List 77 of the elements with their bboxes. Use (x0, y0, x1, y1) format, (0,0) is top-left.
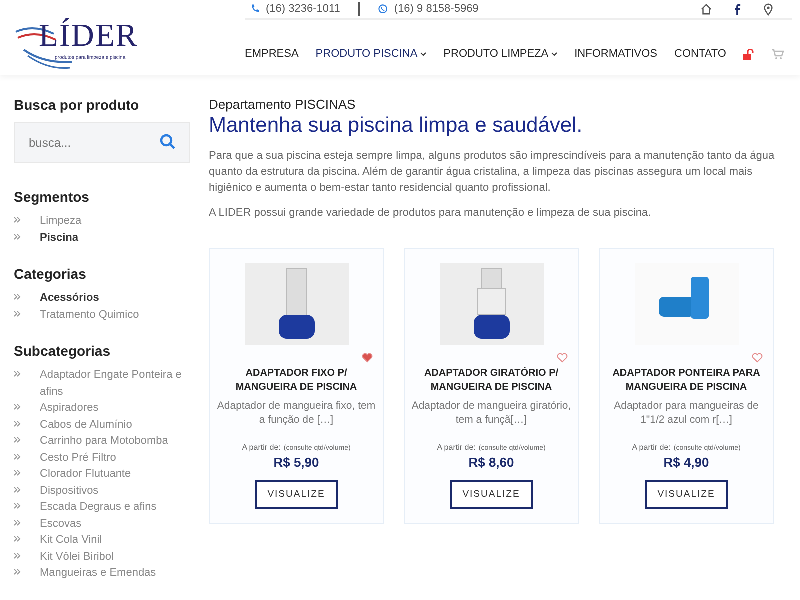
price-label: A partir de: (242, 443, 281, 452)
product-title[interactable]: ADAPTADOR PONTEIRA PARA MANGUEIRA DE PISCINA (606, 367, 767, 395)
section-title: Categorias (14, 266, 88, 282)
sidebar-link[interactable]: Piscina (14, 230, 190, 246)
product-price: R$ 4,90 (664, 455, 710, 470)
sidebar-link[interactable]: Tratamento Quimico (14, 306, 190, 323)
sidebar-link[interactable]: Dispositivos (14, 482, 190, 499)
caret-icon (550, 52, 558, 56)
section-title: Subcategorias (14, 343, 112, 359)
visualize-button[interactable]: VISUALIZE (450, 480, 533, 509)
product-title[interactable]: ADAPTADOR GIRATÓRIO P/ MANGUEIRA DE PISCINA (411, 367, 572, 395)
department-label: Departamento PISCINAS (209, 97, 357, 112)
map-pin-icon[interactable] (762, 2, 776, 16)
price-label: A partir de: (632, 443, 671, 452)
double-chevron-icon (14, 536, 21, 542)
double-chevron-icon (14, 437, 21, 443)
double-chevron-icon (14, 470, 21, 476)
sidebar-link[interactable]: Kit Cola Vinil (14, 532, 190, 548)
search-icon[interactable] (160, 134, 176, 150)
sidebar-link[interactable]: Acessórios (14, 290, 190, 306)
contact-text[interactable]: (16) 9 8158-5969 (394, 3, 479, 15)
visualize-button[interactable]: VISUALIZE (255, 480, 338, 509)
double-chevron-icon (14, 404, 21, 410)
home-icon[interactable] (700, 2, 714, 16)
nav-link[interactable]: PRODUTO LIMPEZA (444, 48, 558, 60)
product-description: Adaptador para mangueiras de 1"1/2 azul com r[…] (613, 399, 760, 427)
product-price: R$ 5,90 (274, 455, 320, 470)
double-chevron-icon (14, 294, 21, 300)
double-chevron-icon (14, 486, 21, 492)
intro-text: Para que a sua piscina esteja sempre limpa, alguns produtos são imprescindíveis para a manutenção tanto da água quanto da estrutura da piscina. Além de garantir água cristalina, a limpeza das piscinas assegura um local mais higiênico e aumenta o bem-estar tanto residencial quanto profissional. (209, 149, 775, 196)
intro-text: A LIDER possui grande variedade de produtos para manutenção e limpeza de sua piscina. (209, 206, 652, 221)
product-title[interactable]: ADAPTADOR FIXO P/ MANGUEIRA DE PISCINA (216, 367, 377, 395)
nav-link[interactable]: CONTATO (674, 48, 726, 60)
double-chevron-icon (14, 420, 21, 426)
visualize-button[interactable]: VISUALIZE (645, 480, 728, 509)
sidebar-link[interactable]: Clorador Flutuante (14, 466, 190, 482)
section-title: Segmentos (14, 189, 90, 205)
sidebar-link[interactable]: Escovas (14, 516, 190, 532)
double-chevron-icon (14, 310, 21, 316)
double-chevron-icon (14, 371, 21, 377)
nav-link[interactable]: INFORMATIVOS (574, 48, 658, 60)
price-label: A partir de: (437, 443, 476, 452)
sidebar-link[interactable]: Carrinho para Motobomba (14, 433, 190, 450)
double-chevron-icon (14, 217, 21, 223)
sidebar-link[interactable]: Aspiradores (14, 400, 190, 416)
product-description: Adaptador de mangueira giratório, tem a funçã[…] (410, 399, 572, 427)
search-field[interactable]: busca... (14, 122, 190, 163)
caret-icon (420, 52, 427, 56)
double-chevron-icon (14, 552, 21, 558)
sidebar-link[interactable]: Adaptador Engate Ponteira e afins (14, 367, 190, 400)
sidebar-link[interactable]: Escada Degraus e afins (14, 499, 190, 516)
contact-text[interactable]: (16) 3236-1011 (266, 3, 340, 15)
sidebar-link[interactable]: Mangueiras e Emendas (14, 565, 190, 582)
nav-link[interactable]: EMPRESA (245, 48, 299, 60)
double-chevron-icon (14, 234, 21, 240)
phone-icon (250, 4, 261, 14)
nav-link[interactable]: PRODUTO PISCINA (316, 48, 427, 60)
product-photo[interactable] (244, 263, 348, 345)
page-heading: Mantenha sua piscina limpa e saudável. (209, 114, 584, 138)
whatsapp-icon (378, 4, 390, 14)
padlock-icon[interactable] (743, 48, 756, 60)
product-price: R$ 8,60 (468, 455, 514, 470)
sidebar-link[interactable]: Cabos de Alumínio (14, 416, 190, 433)
double-chevron-icon (14, 454, 21, 460)
heart-icon[interactable] (362, 353, 373, 363)
double-chevron-icon (14, 520, 21, 526)
product-description: Adaptador de mangueira fixo, tem a função de […] (216, 399, 377, 427)
sidebar-link[interactable]: Limpeza (14, 213, 190, 230)
sidebar-link[interactable]: Kit Vôlei Biribol (14, 548, 190, 565)
double-chevron-icon (14, 503, 21, 509)
logo-wordmark: LÍDER (39, 16, 138, 55)
search-title: Busca por produto (14, 97, 140, 113)
sidebar-link[interactable]: Cesto Pré Filtro (14, 450, 190, 466)
product-photo[interactable] (440, 263, 544, 345)
heart-icon[interactable] (557, 353, 568, 363)
double-chevron-icon (14, 569, 21, 575)
heart-icon[interactable] (752, 353, 763, 363)
